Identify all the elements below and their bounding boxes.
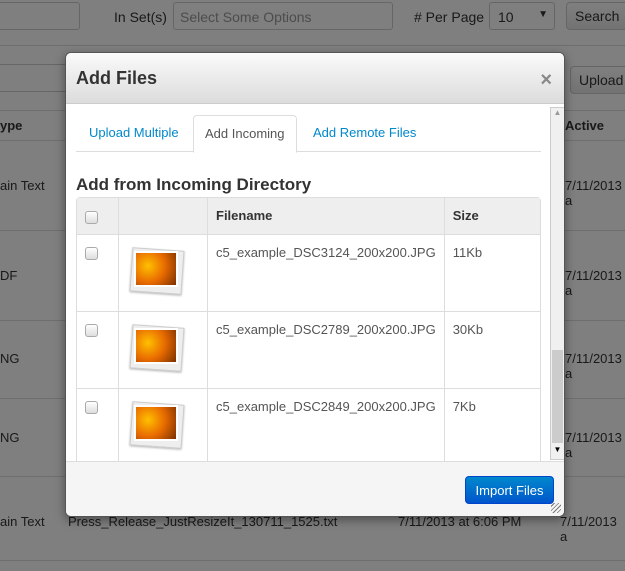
tab-bar: Upload Multiple Add Incoming Add Remote … — [76, 115, 541, 153]
dialog-header[interactable]: Add Files × — [66, 53, 564, 104]
dialog-title: Add Files — [76, 68, 158, 88]
close-icon[interactable]: × — [540, 69, 552, 92]
incoming-files-table: Filename Size c5_example_DSC3124_200x200… — [76, 197, 541, 466]
file-size: 11Kb — [443, 234, 540, 311]
image-thumbnail — [129, 324, 185, 372]
scrollbar-thumb[interactable] — [552, 350, 563, 443]
section-heading: Add from Incoming Directory — [76, 175, 312, 194]
table-row: c5_example_DSC2789_200x200.JPG 30Kb — [77, 311, 540, 388]
row-checkbox[interactable] — [85, 401, 98, 414]
import-files-button[interactable]: Import Files — [465, 476, 554, 504]
row-checkbox[interactable] — [85, 247, 98, 260]
add-files-dialog: Add Files × Upload Multiple Add Incoming… — [65, 52, 565, 517]
dialog-footer: Import Files — [66, 461, 564, 516]
filename: c5_example_DSC2789_200x200.JPG — [207, 311, 444, 388]
scrollbar[interactable]: ▲ ▼ — [550, 107, 564, 460]
col-filename: Filename — [207, 198, 444, 234]
tab-upload-multiple[interactable]: Upload Multiple — [89, 115, 179, 152]
image-thumbnail — [129, 401, 185, 449]
table-row: c5_example_DSC2849_200x200.JPG 7Kb — [77, 388, 540, 465]
file-size: 7Kb — [443, 388, 540, 465]
select-all-checkbox[interactable] — [85, 211, 98, 224]
row-checkbox[interactable] — [85, 324, 98, 337]
scroll-down-icon[interactable]: ▼ — [551, 445, 564, 459]
tab-add-remote-files[interactable]: Add Remote Files — [313, 115, 416, 152]
filename: c5_example_DSC2849_200x200.JPG — [207, 388, 444, 465]
file-size: 30Kb — [443, 311, 540, 388]
table-row: c5_example_DSC3124_200x200.JPG 11Kb — [77, 234, 540, 311]
image-thumbnail — [129, 247, 185, 295]
scroll-up-icon[interactable]: ▲ — [551, 108, 564, 122]
filename: c5_example_DSC3124_200x200.JPG — [207, 234, 444, 311]
tab-add-incoming[interactable]: Add Incoming — [193, 115, 297, 153]
resize-grip-icon[interactable] — [551, 503, 561, 513]
col-size: Size — [443, 198, 540, 234]
